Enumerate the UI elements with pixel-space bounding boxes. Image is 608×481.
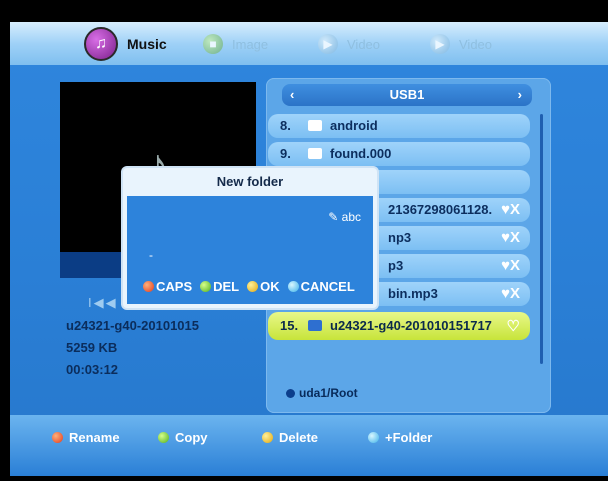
copy-label: Copy (175, 430, 208, 445)
del-label: DEL (213, 279, 240, 294)
list-item-selected[interactable]: 15. u24321-g40-201010151717 ♡ (268, 312, 530, 340)
category-bar: ♫ Music ■ Image ▶ Video ▶ Video (10, 22, 608, 65)
yellow-key-icon (247, 281, 259, 292)
tab-image-label: Image (232, 36, 269, 52)
scrollbar[interactable] (540, 114, 543, 364)
list-item[interactable]: 8. android (268, 114, 530, 138)
item-name: np3 (388, 230, 412, 245)
item-name: 21367298061128. (388, 202, 493, 217)
rename-button[interactable]: Rename (52, 430, 120, 445)
ok-label: OK (260, 279, 280, 294)
delete-button[interactable]: Delete (262, 430, 318, 445)
red-key-icon (52, 432, 63, 443)
drive-icon (286, 388, 295, 398)
dialog-key-legend: CAPS DEL OK CANCEL (143, 279, 355, 294)
tab-video[interactable]: ▶ Video (318, 31, 380, 57)
dialog-input-area[interactable]: ✎ abc - CAPS DEL OK CANCEL (127, 196, 373, 304)
tab-video-2-label: Video (459, 36, 493, 52)
list-item[interactable]: 9. found.000 (268, 142, 530, 166)
item-name: found.000 (330, 146, 392, 161)
copy-button[interactable]: Copy (158, 430, 208, 445)
next-arrow-icon[interactable]: › (518, 87, 522, 102)
green-key-icon (200, 281, 212, 292)
cancel-button[interactable]: CANCEL (287, 279, 355, 294)
video-icon: ▶ (430, 34, 450, 54)
tab-music[interactable]: ♫ Music (84, 27, 167, 61)
directory-name: USB1 (389, 87, 425, 102)
folder-icon (308, 148, 322, 159)
tab-video-label: Video (347, 36, 381, 52)
path-text: uda1/Root (299, 386, 358, 400)
blue-key-icon (287, 281, 299, 292)
folder-icon (308, 120, 322, 131)
green-key-icon (158, 432, 169, 443)
music-note-icon: ♫ (84, 27, 118, 61)
rename-label: Rename (69, 430, 120, 445)
item-name: android (330, 118, 378, 133)
mp3-file-icon (308, 320, 322, 331)
action-bar: Rename Copy Delete +Folder (10, 415, 608, 476)
favorite-delete-icon[interactable]: ♥X (501, 229, 520, 246)
cancel-label: CANCEL (300, 279, 355, 294)
media-player-screen: ♫ Music ■ Image ▶ Video ▶ Video ♪ I◀◀ ◀ … (10, 22, 608, 476)
ok-button[interactable]: OK (247, 279, 280, 294)
favorite-delete-icon[interactable]: ♥X (501, 285, 520, 302)
item-number: 9. (280, 146, 291, 161)
input-mode-indicator: ✎ abc (328, 210, 361, 224)
input-mode-label: abc (341, 210, 361, 224)
favorite-delete-icon[interactable]: ♥X (501, 257, 520, 274)
favorite-delete-icon[interactable]: ♥X (501, 201, 520, 218)
caps-button[interactable]: CAPS (143, 279, 192, 294)
delete-label: Delete (279, 430, 319, 445)
item-number: 8. (280, 118, 291, 133)
preview-duration: 00:03:12 (66, 362, 119, 377)
red-key-icon (143, 281, 154, 292)
tab-image[interactable]: ■ Image (203, 31, 268, 57)
new-folder-dialog: New folder ✎ abc - CAPS DEL OK CANCEL (123, 168, 377, 308)
del-button[interactable]: DEL (200, 279, 239, 294)
item-name: u24321-g40-201010151717 (330, 318, 492, 333)
item-name: bin.mp3 (388, 286, 438, 301)
text-cursor: - (149, 248, 153, 262)
new-folder-button[interactable]: +Folder (368, 430, 432, 445)
new-folder-label: +Folder (385, 430, 433, 445)
current-path: uda1/Root (286, 386, 358, 400)
preview-size: 5259 KB (66, 340, 118, 355)
item-number: 15. (280, 318, 299, 333)
blue-key-icon (368, 432, 379, 443)
tab-music-label: Music (127, 36, 167, 52)
preview-filename: u24321-g40-20101015 (66, 318, 199, 333)
image-icon: ■ (203, 34, 223, 54)
caps-label: CAPS (156, 279, 193, 294)
directory-selector[interactable]: ‹ USB1 › (282, 84, 532, 106)
item-name: p3 (388, 258, 404, 273)
video-icon: ▶ (318, 34, 338, 54)
tab-video-2[interactable]: ▶ Video (430, 31, 492, 57)
favorite-icon[interactable]: ♡ (507, 317, 520, 335)
yellow-key-icon (262, 432, 273, 443)
dialog-title: New folder (216, 174, 284, 189)
